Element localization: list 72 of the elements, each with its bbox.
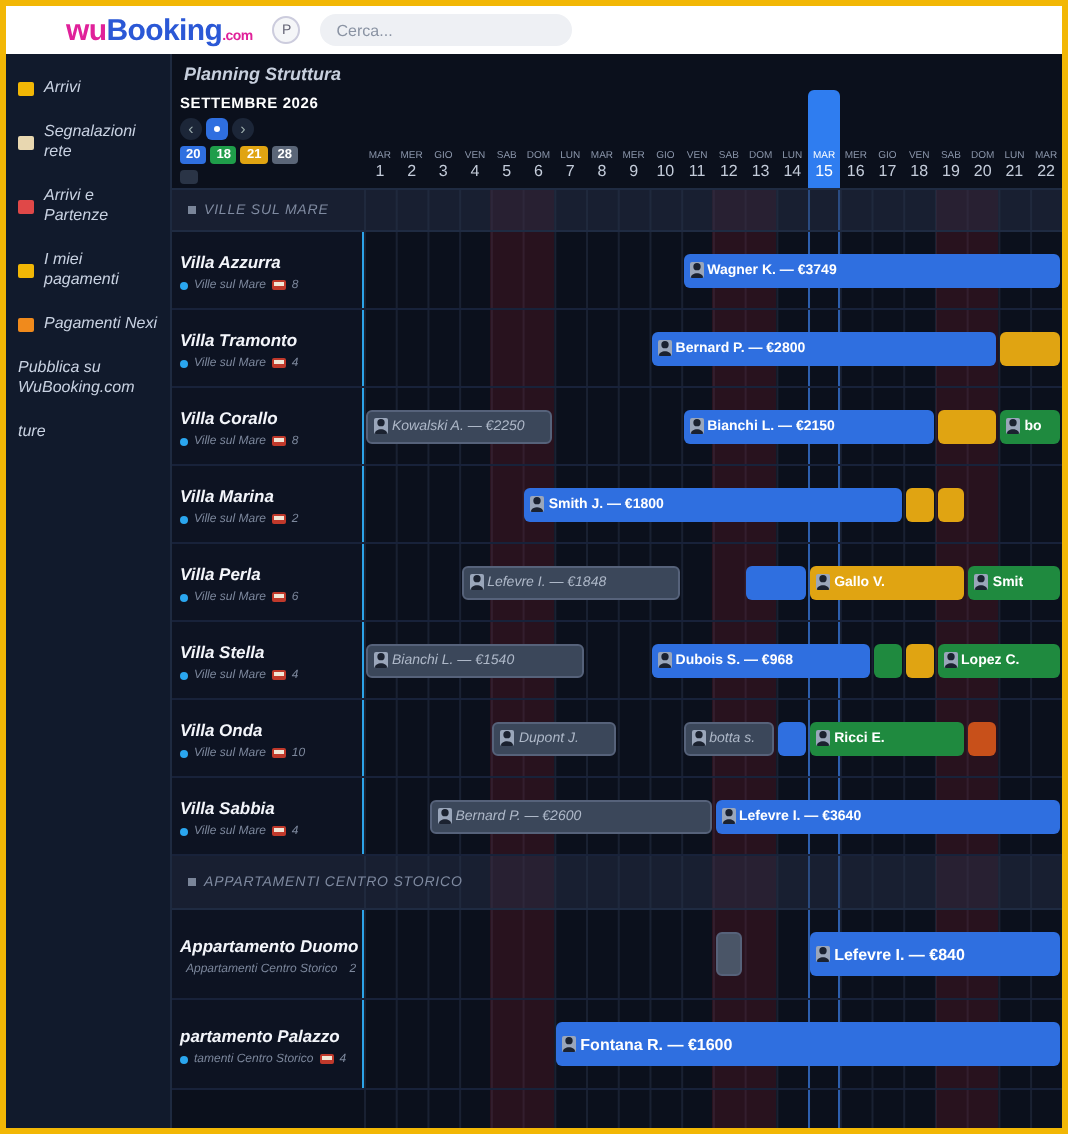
guest-icon bbox=[816, 574, 831, 590]
bed-icon bbox=[271, 748, 286, 758]
previous-button[interactable]: ‹ bbox=[180, 118, 202, 140]
booking-bar[interactable] bbox=[905, 643, 934, 677]
guest-icon bbox=[657, 652, 672, 668]
dot-icon bbox=[180, 281, 188, 289]
bed-icon bbox=[271, 670, 286, 680]
guest-icon bbox=[374, 652, 388, 668]
dot-icon bbox=[180, 671, 188, 679]
search-field[interactable]: Cerca... bbox=[320, 14, 573, 46]
guest-icon bbox=[816, 730, 831, 746]
dot-icon bbox=[180, 749, 188, 757]
booking-bar[interactable] bbox=[937, 409, 997, 443]
unit-name[interactable]: Villa Perla bbox=[180, 561, 354, 585]
guest-icon bbox=[437, 808, 452, 824]
booking-bar[interactable] bbox=[746, 565, 807, 599]
guest-icon bbox=[469, 574, 484, 590]
guest-icon bbox=[943, 652, 958, 668]
dot-icon bbox=[180, 437, 188, 445]
dot-icon bbox=[180, 1055, 188, 1063]
square-icon bbox=[188, 206, 196, 214]
bed-icon bbox=[271, 436, 286, 446]
guest-icon bbox=[974, 574, 989, 590]
unit-name[interactable]: Villa Onda bbox=[180, 717, 354, 741]
guest-icon bbox=[721, 808, 735, 824]
booking-bar[interactable] bbox=[905, 487, 934, 521]
booking-bar[interactable] bbox=[1000, 331, 1060, 365]
planner-title: Planning Struttura bbox=[182, 62, 343, 88]
next-button[interactable]: › bbox=[232, 118, 254, 140]
unit-name[interactable]: Villa Tramonto bbox=[180, 327, 354, 351]
guest-icon bbox=[500, 730, 515, 746]
guest-icon bbox=[689, 418, 704, 434]
bed-icon bbox=[271, 826, 286, 836]
guest-icon bbox=[689, 262, 704, 278]
guest-icon bbox=[562, 1036, 577, 1052]
bed-icon bbox=[271, 592, 286, 602]
bed-icon bbox=[319, 1054, 334, 1064]
unit-name[interactable]: Villa Stella bbox=[180, 639, 354, 663]
guest-icon bbox=[374, 418, 388, 434]
unit-name[interactable]: Villa Marina bbox=[180, 483, 354, 507]
unit-name[interactable]: partamento Palazzo bbox=[180, 1023, 354, 1047]
sidebar-item[interactable]: Segnalazioni rete bbox=[6, 110, 170, 174]
bed-icon bbox=[271, 358, 286, 368]
unit-name[interactable]: Villa Corallo bbox=[180, 405, 354, 429]
booking-bar[interactable] bbox=[937, 487, 965, 521]
bed-icon bbox=[271, 280, 286, 290]
sidebar-item[interactable]: ture bbox=[6, 410, 170, 454]
guest-icon bbox=[691, 730, 706, 746]
sidebar-item[interactable]: Pubblica su WuBooking.com bbox=[6, 346, 170, 410]
unit-name[interactable]: Villa Sabbia bbox=[180, 795, 354, 819]
dot-icon bbox=[180, 827, 188, 835]
booking-bar[interactable] bbox=[873, 643, 902, 677]
guest-icon bbox=[816, 946, 831, 962]
bed-icon bbox=[271, 514, 286, 524]
guest-icon bbox=[1006, 418, 1021, 434]
sidebar-item[interactable]: Arrivi bbox=[6, 66, 170, 110]
booking-bar[interactable] bbox=[778, 721, 807, 755]
guest-icon bbox=[530, 496, 545, 512]
square-icon bbox=[188, 878, 196, 886]
sidebar-item[interactable]: Arrivi e Partenze bbox=[6, 174, 170, 238]
unit-name[interactable]: Appartamento Duomo bbox=[180, 933, 354, 957]
guest-icon bbox=[657, 340, 672, 356]
today-button[interactable] bbox=[206, 118, 228, 140]
unit-name[interactable]: Villa Azzurra bbox=[180, 249, 354, 273]
booking-bar[interactable]: Fontana R. — €1600 bbox=[556, 1022, 1060, 1066]
booking-bar[interactable]: Lefevre I. — €840 bbox=[810, 932, 1060, 976]
dot-icon bbox=[180, 515, 188, 523]
sidebar-item[interactable]: I miei pagamenti bbox=[6, 238, 170, 302]
dot-icon bbox=[180, 359, 188, 367]
booking-bar[interactable] bbox=[968, 721, 997, 755]
dot-icon bbox=[180, 593, 188, 601]
sidebar-item[interactable]: Pagamenti Nexi bbox=[6, 302, 170, 346]
